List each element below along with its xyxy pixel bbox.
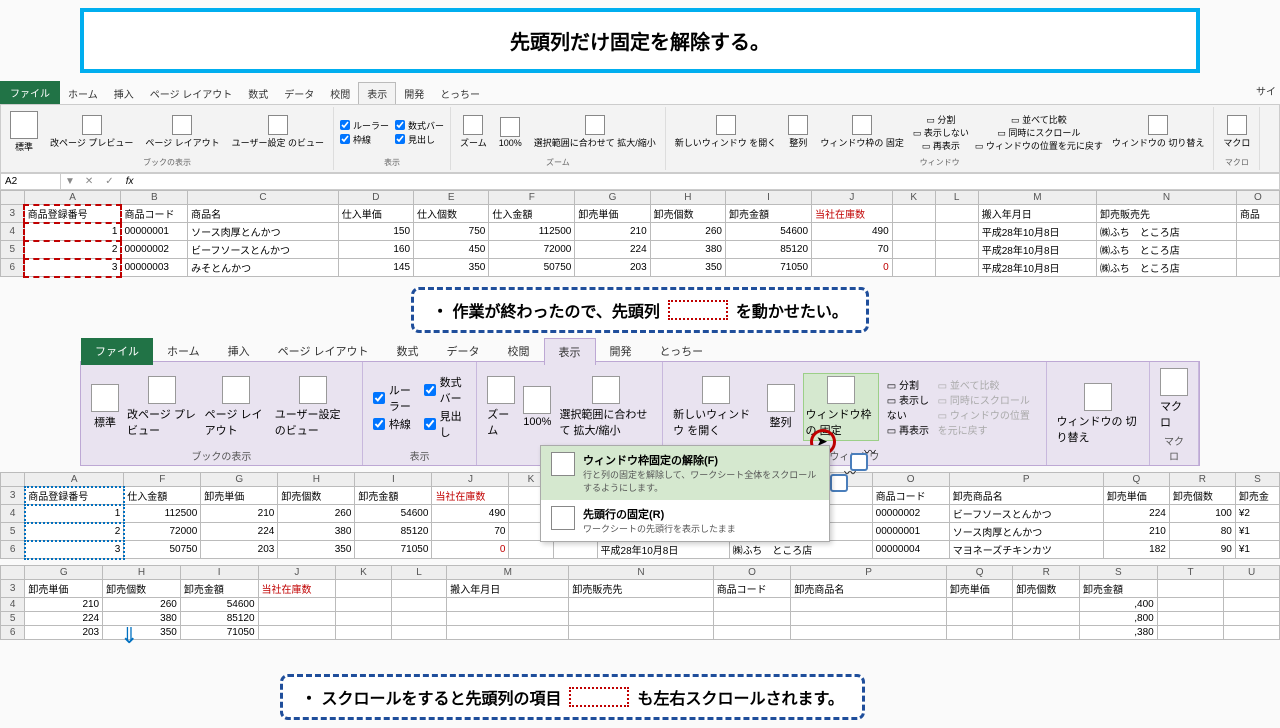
z-tab-tocchi[interactable]: とっちー <box>646 338 718 365</box>
z-chk-headings[interactable]: 見出し <box>424 408 467 440</box>
freeze-top-row-icon <box>551 506 575 530</box>
btn-sync-scroll[interactable]: ▭ 同時にスクロール <box>975 126 1103 139</box>
btn-switch-windows[interactable]: ウィンドウの 切り替え <box>1109 113 1208 151</box>
btn-arrange[interactable]: 整列 <box>785 113 811 151</box>
btn-page-layout[interactable]: ページ レイアウト <box>142 113 222 151</box>
btn-split[interactable]: ▭ 分割 <box>913 113 969 126</box>
title-banner: 先頭列だけ固定を解除する。 <box>80 8 1200 73</box>
btn-sidebyside[interactable]: ▭ 並べて比較 <box>975 113 1103 126</box>
btn-reset-pos[interactable]: ▭ ウィンドウの位置を元に戻す <box>975 139 1103 152</box>
z-tab-developer[interactable]: 開発 <box>596 338 646 365</box>
z-zoom[interactable]: ズーム <box>487 376 515 438</box>
tab-data[interactable]: データ <box>276 83 322 104</box>
tab-developer[interactable]: 開発 <box>396 83 432 104</box>
unfreeze-icon <box>551 452 575 476</box>
blank-box-2 <box>569 687 629 707</box>
freeze-unfreeze-item[interactable]: ウィンドウ枠固定の解除(F)行と列の固定を解除して、ワークシート全体をスクロール… <box>541 446 829 500</box>
z-normal[interactable]: 標準 <box>91 384 119 430</box>
z-chk-formula-bar[interactable]: 数式バー <box>424 374 467 406</box>
z-sync: ▭ 同時にスクロール <box>938 392 1036 407</box>
btn-custom-views[interactable]: ユーザー設定 のビュー <box>229 113 327 151</box>
tab-tocchi[interactable]: とっちー <box>432 83 488 104</box>
callout-2: ・ スクロールをすると先頭列の項目 も左右スクロールされます。 <box>280 674 865 720</box>
freeze-top-row-item[interactable]: 先頭行の固定(R)ワークシートの先頭行を表示したまま <box>541 500 829 541</box>
fx-icon[interactable]: fx <box>120 176 140 187</box>
click-icon-2: 〰 <box>830 474 848 492</box>
scroll-arrow-icon: ⇓ <box>120 623 138 649</box>
z-split[interactable]: ▭ 分割 <box>887 377 930 392</box>
z-tab-insert[interactable]: 挿入 <box>214 338 264 365</box>
z-sidebyside: ▭ 並べて比較 <box>938 377 1036 392</box>
z-chk-gridlines[interactable]: 枠線 <box>373 416 416 432</box>
z-tab-file[interactable]: ファイル <box>81 338 153 365</box>
z-page-layout[interactable]: ページ レイアウト <box>205 376 267 438</box>
z-100[interactable]: 100% <box>523 386 551 428</box>
z-hide[interactable]: ▭ 表示しない <box>887 392 930 422</box>
z-tab-data[interactable]: データ <box>433 338 494 365</box>
blank-box-1 <box>668 300 728 320</box>
tab-insert[interactable]: 挿入 <box>106 83 142 104</box>
ribbon-top: サイ ファイル ホーム 挿入 ページ レイアウト 数式 データ 校閲 表示 開発… <box>0 81 1280 277</box>
grid-top[interactable]: ABCDEFGHIJKLMNO 3商品登録番号商品コード商品名仕入単価仕入個数仕… <box>0 190 1280 277</box>
z-switch-windows[interactable]: ウィンドウの 切り替え <box>1057 383 1140 445</box>
name-box[interactable]: A2 <box>1 174 61 189</box>
tab-formulas[interactable]: 数式 <box>240 83 276 104</box>
z-macros[interactable]: マクロ <box>1160 368 1188 430</box>
tab-home[interactable]: ホーム <box>60 83 106 104</box>
z-tab-formulas[interactable]: 数式 <box>383 338 433 365</box>
tab-review[interactable]: 校閲 <box>322 83 358 104</box>
z-tab-view[interactable]: 表示 <box>544 338 596 365</box>
btn-page-break[interactable]: 改ページ プレビュー <box>47 113 136 151</box>
btn-zoom-selection[interactable]: 選択範囲に合わせて 拡大/縮小 <box>531 113 659 151</box>
chk-headings[interactable]: 見出し <box>395 133 444 146</box>
title-text: 先頭列だけ固定を解除する。 <box>510 32 770 54</box>
chk-gridlines[interactable]: 枠線 <box>340 133 389 146</box>
z-tab-review[interactable]: 校閲 <box>494 338 544 365</box>
z-unhide[interactable]: ▭ 再表示 <box>887 422 930 437</box>
btn-unhide[interactable]: ▭ 再表示 <box>913 139 969 152</box>
z-chk-ruler[interactable]: ルーラー <box>373 382 416 414</box>
grid-bottom[interactable]: GHIJKLMNOPQRSTU 3卸売単価卸売個数卸売金額当社在庫数搬入年月日卸… <box>0 565 1280 640</box>
z-reset: ▭ ウィンドウの位置を元に戻す <box>938 407 1036 437</box>
z-page-break[interactable]: 改ページ プレビュー <box>127 376 197 438</box>
btn-new-window[interactable]: 新しいウィンドウ を開く <box>672 113 780 151</box>
btn-100[interactable]: 100% <box>496 115 525 150</box>
btn-freeze[interactable]: ウィンドウ枠の 固定 <box>817 113 907 151</box>
z-zoom-sel[interactable]: 選択範囲に合わせて 拡大/縮小 <box>559 376 652 438</box>
btn-macros[interactable]: マクロ <box>1220 113 1253 151</box>
freeze-dropdown: ウィンドウ枠固定の解除(F)行と列の固定を解除して、ワークシート全体をスクロール… <box>540 445 830 542</box>
btn-normal[interactable]: 標準 <box>7 109 41 155</box>
z-arrange[interactable]: 整列 <box>767 384 795 430</box>
z-tab-home[interactable]: ホーム <box>153 338 214 365</box>
z-new-window[interactable]: 新しいウィンドウ を開く <box>673 376 758 438</box>
chk-ruler[interactable]: ルーラー <box>340 119 389 132</box>
tab-file[interactable]: ファイル <box>0 81 60 104</box>
btn-hide[interactable]: ▭ 表示しない <box>913 126 969 139</box>
callout-1: ・ 作業が終わったので、先頭列 を動かせたい。 <box>411 287 869 333</box>
tab-page-layout[interactable]: ページ レイアウト <box>142 83 241 104</box>
tab-view[interactable]: 表示 <box>358 82 396 104</box>
btn-zoom[interactable]: ズーム <box>457 113 490 151</box>
z-custom-views[interactable]: ユーザー設定 のビュー <box>275 376 352 438</box>
signin-label[interactable]: サイ <box>1256 83 1276 98</box>
chk-formula-bar[interactable]: 数式バー <box>395 119 444 132</box>
z-tab-page-layout[interactable]: ページ レイアウト <box>264 338 383 365</box>
